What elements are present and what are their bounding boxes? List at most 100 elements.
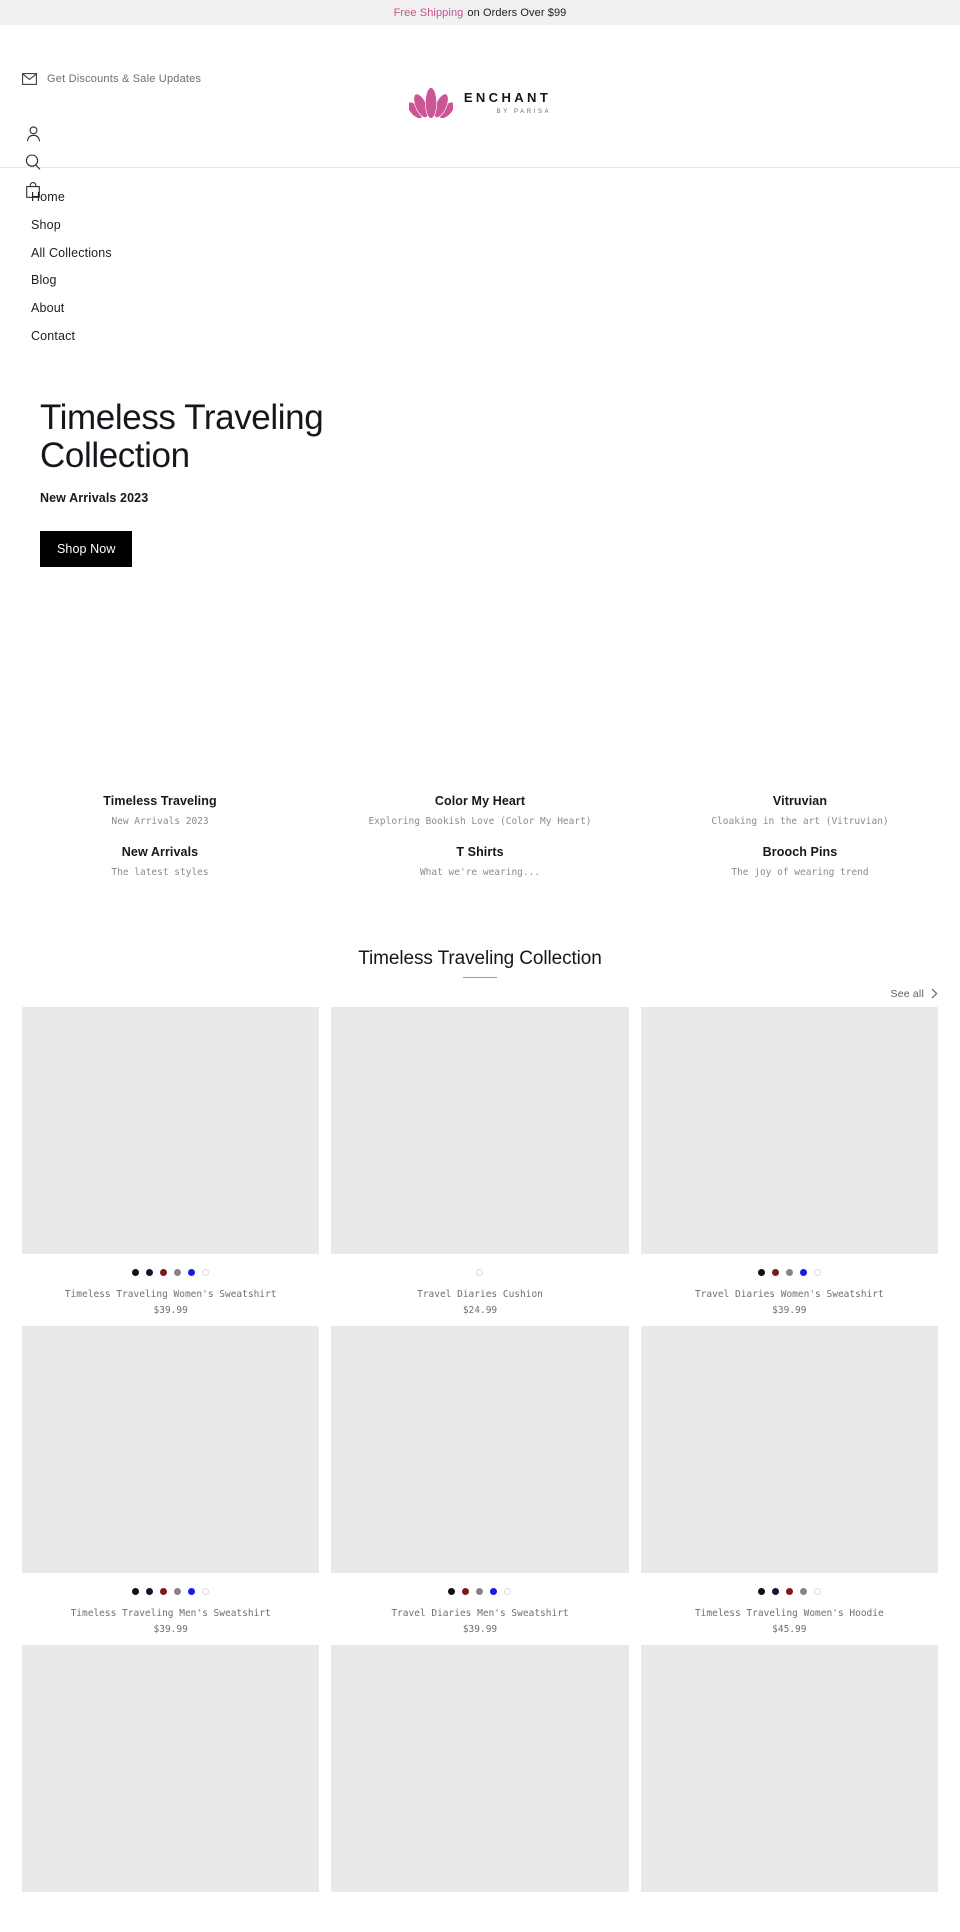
account-button[interactable] (22, 123, 44, 145)
product-price: $24.99 (462, 1304, 498, 1316)
product-card[interactable]: Timeless Traveling Men's Sweatshirt $39.9… (22, 1325, 320, 1635)
collection-tile-title: Color My Heart (434, 793, 526, 808)
color-swatch[interactable] (462, 1587, 470, 1595)
collection-tile-subtitle: The joy of wearing trend (731, 866, 869, 878)
shop-now-button[interactable]: Shop Now (40, 530, 133, 567)
product-price: $39.99 (462, 1623, 498, 1635)
product-name: Travel Diaries Men's Sweatshirt (391, 1607, 569, 1619)
product-image[interactable] (331, 1644, 629, 1892)
see-all-row: See all (0, 978, 960, 1007)
nav-item-all-collections[interactable]: All Collections (0, 240, 960, 268)
color-swatch[interactable] (757, 1587, 765, 1595)
color-swatch[interactable] (813, 1268, 821, 1276)
product-name: Timeless Traveling Women's Hoodie (694, 1607, 884, 1619)
product-name: Travel Diaries Women's Sweatshirt (694, 1288, 884, 1300)
see-all-link[interactable]: See all (890, 988, 938, 1000)
see-all-label: See all (890, 987, 924, 1000)
color-swatch[interactable] (771, 1587, 779, 1595)
section-title: Timeless Traveling Collection (358, 947, 602, 969)
product-card[interactable]: Timeless Traveling Women's Sweatshirt $39… (22, 1006, 320, 1316)
product-image[interactable] (640, 1006, 938, 1254)
color-swatch[interactable] (799, 1268, 807, 1276)
product-card[interactable] (640, 1644, 938, 1932)
color-swatch[interactable] (146, 1587, 154, 1595)
color-swatch[interactable] (174, 1587, 182, 1595)
cart-button[interactable] (22, 179, 44, 201)
announcement-highlight: Free Shipping (393, 6, 464, 19)
collection-tile-title: Brooch Pins (762, 844, 838, 859)
collection-tile[interactable]: Color My Heart Exploring Bookish Love (C… (320, 794, 640, 827)
collection-tile-subtitle: Exploring Bookish Love (Color My Heart) (368, 815, 592, 827)
color-swatch[interactable] (160, 1587, 168, 1595)
color-swatch[interactable] (132, 1268, 140, 1276)
color-swatch[interactable] (160, 1268, 168, 1276)
announcement-text: on Orders Over $99 (467, 6, 567, 19)
search-icon (25, 154, 41, 170)
product-card[interactable] (22, 1644, 320, 1932)
product-card[interactable] (331, 1644, 629, 1932)
hero-subtitle: New Arrivals 2023 (40, 490, 149, 505)
product-image[interactable] (22, 1644, 320, 1892)
product-color-swatches (331, 1268, 628, 1278)
product-card[interactable]: Travel Diaries Cushion $24.99 (331, 1006, 629, 1316)
product-price: $45.99 (772, 1623, 807, 1635)
color-swatch[interactable] (448, 1587, 456, 1595)
color-swatch[interactable] (785, 1587, 793, 1595)
product-image[interactable] (331, 1006, 629, 1254)
color-swatch[interactable] (799, 1587, 807, 1595)
color-swatch[interactable] (757, 1268, 765, 1276)
product-card[interactable]: Timeless Traveling Women's Hoodie $45.99 (640, 1325, 938, 1635)
color-swatch[interactable] (146, 1268, 154, 1276)
color-swatch[interactable] (476, 1587, 484, 1595)
nav-item-about[interactable]: About (0, 295, 960, 323)
product-image[interactable] (640, 1325, 938, 1573)
collection-tile[interactable]: Vitruvian Cloaking in the art (Vitruvian… (640, 794, 960, 827)
color-swatch[interactable] (188, 1268, 196, 1276)
color-swatch[interactable] (188, 1587, 196, 1595)
color-swatch[interactable] (132, 1587, 140, 1595)
product-image[interactable] (22, 1006, 320, 1254)
product-price: $39.99 (772, 1304, 807, 1316)
hero-title: Timeless Traveling Collection (40, 397, 324, 475)
brand-logo[interactable]: ENCHANT BY PARISA (0, 83, 960, 123)
color-swatch[interactable] (813, 1587, 821, 1595)
collection-tile[interactable]: Brooch Pins The joy of wearing trend (640, 845, 960, 878)
product-color-swatches (641, 1587, 938, 1597)
main-navigation: Home Shop All Collections Blog About Con… (0, 168, 960, 369)
product-color-swatches (641, 1907, 938, 1916)
collection-tile-title: New Arrivals (121, 844, 199, 859)
product-price: $39.99 (153, 1304, 188, 1316)
collection-tile[interactable]: Timeless Traveling New Arrivals 2023 (0, 794, 320, 827)
nav-item-home[interactable]: Home (0, 184, 960, 212)
user-icon (26, 126, 41, 142)
product-grid: Timeless Traveling Women's Sweatshirt $39… (0, 1006, 960, 1932)
collection-tile-title: Timeless Traveling (103, 793, 217, 808)
color-swatch[interactable] (202, 1587, 210, 1595)
product-image[interactable] (640, 1644, 938, 1892)
color-swatch[interactable] (476, 1268, 484, 1276)
product-image[interactable] (331, 1325, 629, 1573)
nav-item-blog[interactable]: Blog (0, 267, 960, 295)
search-button[interactable] (22, 151, 44, 173)
product-card[interactable]: Travel Diaries Men's Sweatshirt $39.99 (331, 1325, 629, 1635)
shopping-bag-icon (26, 182, 40, 198)
collection-tile[interactable]: T Shirts What we're wearing... (320, 845, 640, 878)
color-swatch[interactable] (785, 1268, 793, 1276)
color-swatch[interactable] (771, 1268, 779, 1276)
product-name: Timeless Traveling Women's Sweatshirt (64, 1288, 277, 1300)
nav-item-contact[interactable]: Contact (0, 323, 960, 351)
color-swatch[interactable] (504, 1587, 512, 1595)
product-name: Timeless Traveling Men's Sweatshirt (70, 1607, 271, 1619)
color-swatch[interactable] (490, 1587, 498, 1595)
chevron-right-icon (931, 988, 938, 999)
nav-item-shop[interactable]: Shop (0, 212, 960, 240)
color-swatch[interactable] (174, 1268, 182, 1276)
brand-tagline: BY PARISA (496, 109, 552, 115)
announcement-bar: Free Shipping on Orders Over $99 (0, 0, 960, 25)
lotus-icon (406, 83, 455, 123)
product-card[interactable]: Travel Diaries Women's Sweatshirt $39.99 (640, 1006, 938, 1316)
product-image[interactable] (22, 1325, 320, 1573)
color-swatch[interactable] (202, 1268, 210, 1276)
product-color-swatches (22, 1587, 319, 1597)
collection-tile[interactable]: New Arrivals The latest styles (0, 845, 320, 878)
